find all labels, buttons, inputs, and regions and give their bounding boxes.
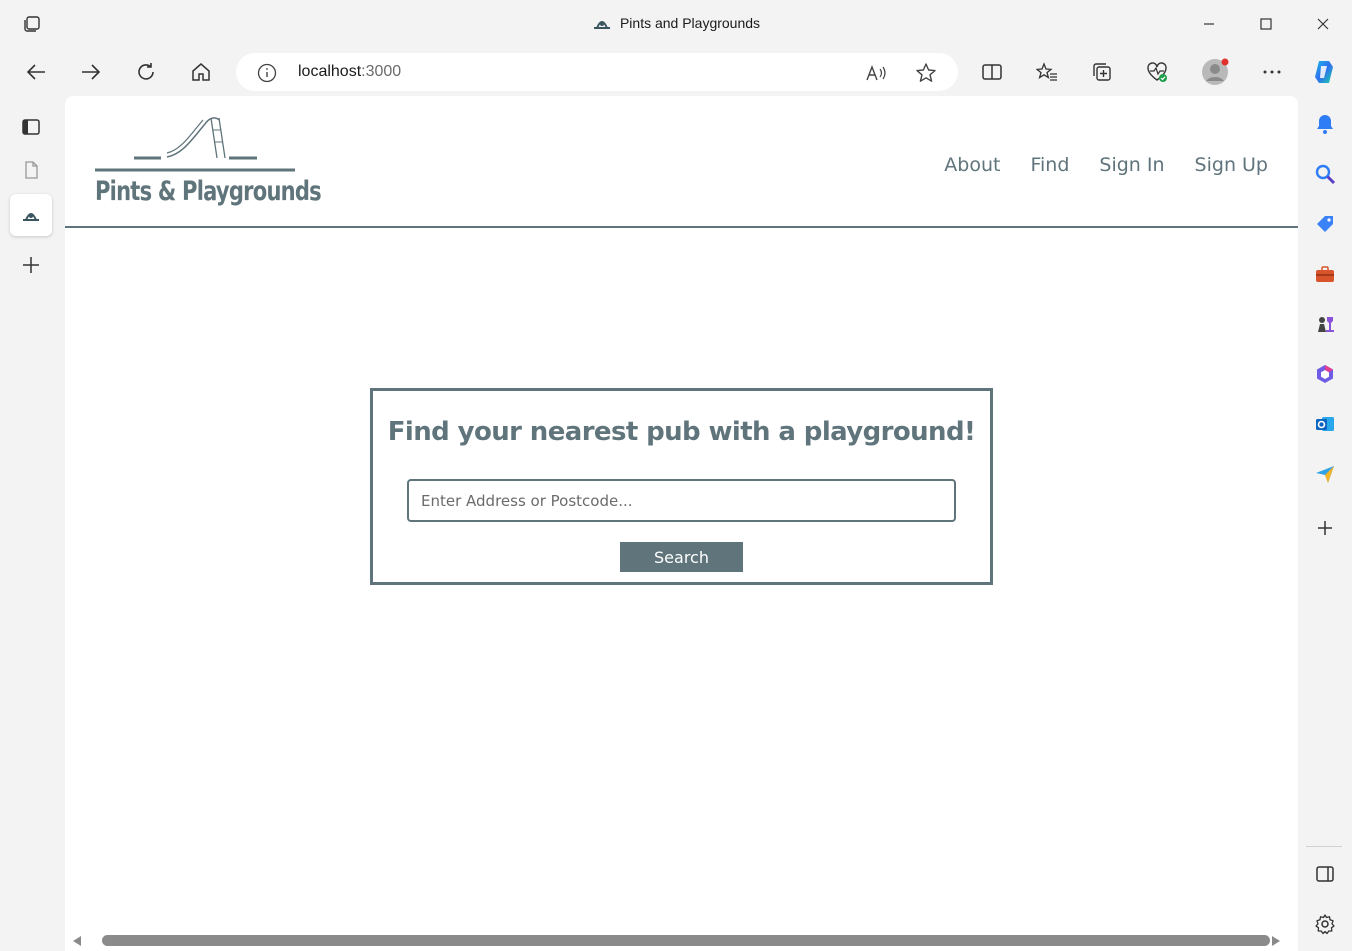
copilot-icon[interactable] bbox=[1310, 58, 1338, 86]
profile-avatar-icon[interactable] bbox=[1201, 58, 1229, 86]
games-chess-icon[interactable] bbox=[1311, 310, 1339, 338]
sidebar-settings-gear-icon[interactable] bbox=[1311, 910, 1339, 938]
hide-sidebar-icon[interactable] bbox=[1311, 860, 1339, 888]
nav-sign-in[interactable]: Sign In bbox=[1099, 154, 1164, 176]
favorites-icon[interactable] bbox=[1033, 58, 1061, 86]
shopping-tag-icon[interactable] bbox=[1311, 210, 1339, 238]
nav-sign-up[interactable]: Sign Up bbox=[1195, 154, 1268, 176]
send-plane-icon[interactable] bbox=[1311, 460, 1339, 488]
browser-essentials-icon[interactable] bbox=[1143, 58, 1171, 86]
url-host: localhost bbox=[298, 63, 362, 80]
outlook-icon[interactable] bbox=[1311, 410, 1339, 438]
tab-pints-and-playgrounds[interactable] bbox=[10, 194, 52, 236]
url-text[interactable]: localhost:3000 bbox=[298, 63, 401, 81]
forward-icon[interactable] bbox=[77, 58, 105, 86]
vertical-tab-strip bbox=[0, 96, 62, 951]
address-bar[interactable]: localhost:3000 bbox=[236, 53, 958, 91]
add-sidebar-app-icon[interactable] bbox=[1311, 514, 1339, 542]
home-icon[interactable] bbox=[187, 58, 215, 86]
favorite-star-icon[interactable] bbox=[914, 61, 938, 85]
site-header: Pints & Playgrounds About Find Sign In S… bbox=[65, 96, 1298, 228]
collections-icon[interactable] bbox=[1088, 58, 1116, 86]
title-bar: Pints and Playgrounds bbox=[0, 0, 1352, 48]
tab-panel-icon[interactable] bbox=[10, 106, 52, 148]
search-card: Find your nearest pub with a playground!… bbox=[370, 388, 993, 585]
new-tab-page-icon[interactable] bbox=[10, 149, 52, 191]
logo-text: Pints & Playgrounds bbox=[95, 176, 322, 207]
site-tab-favicon-icon bbox=[23, 213, 39, 221]
minimize-button[interactable] bbox=[1180, 0, 1238, 48]
search-heading: Find your nearest pub with a playground! bbox=[387, 417, 976, 447]
main-nav: About Find Sign In Sign Up bbox=[944, 154, 1268, 176]
read-aloud-icon[interactable] bbox=[864, 61, 888, 85]
site-logo[interactable]: Pints & Playgrounds bbox=[93, 112, 322, 216]
site-favicon-icon bbox=[592, 16, 612, 30]
refresh-icon[interactable] bbox=[132, 58, 160, 86]
horizontal-scrollbar[interactable] bbox=[65, 931, 1298, 951]
back-icon[interactable] bbox=[22, 58, 50, 86]
search-button[interactable]: Search bbox=[620, 542, 743, 572]
nav-find[interactable]: Find bbox=[1030, 154, 1069, 176]
slide-logo-icon bbox=[95, 117, 295, 172]
window-title: Pints and Playgrounds bbox=[0, 15, 1352, 31]
page-viewport: Pints & Playgrounds About Find Sign In S… bbox=[65, 96, 1298, 951]
notifications-bell-icon[interactable] bbox=[1311, 110, 1339, 138]
edge-sidebar bbox=[1298, 96, 1352, 951]
site-info-icon[interactable] bbox=[256, 62, 278, 84]
scroll-right-arrow-icon[interactable] bbox=[1272, 936, 1280, 946]
browser-toolbar: localhost:3000 bbox=[0, 48, 1352, 96]
scroll-left-arrow-icon[interactable] bbox=[73, 936, 81, 946]
new-tab-plus-icon[interactable] bbox=[10, 244, 52, 286]
search-icon[interactable] bbox=[1311, 160, 1339, 188]
scrollbar-thumb[interactable] bbox=[102, 935, 1270, 946]
tools-briefcase-icon[interactable] bbox=[1311, 260, 1339, 288]
nav-about[interactable]: About bbox=[944, 154, 1000, 176]
split-screen-icon[interactable] bbox=[978, 58, 1006, 86]
window-title-text: Pints and Playgrounds bbox=[619, 15, 761, 31]
microsoft-365-icon[interactable] bbox=[1311, 360, 1339, 388]
maximize-button[interactable] bbox=[1237, 0, 1295, 48]
sidebar-divider bbox=[1306, 846, 1342, 847]
address-postcode-input[interactable] bbox=[407, 479, 956, 522]
more-options-icon[interactable] bbox=[1258, 58, 1286, 86]
url-port: :3000 bbox=[361, 63, 402, 80]
close-window-button[interactable] bbox=[1294, 0, 1352, 48]
